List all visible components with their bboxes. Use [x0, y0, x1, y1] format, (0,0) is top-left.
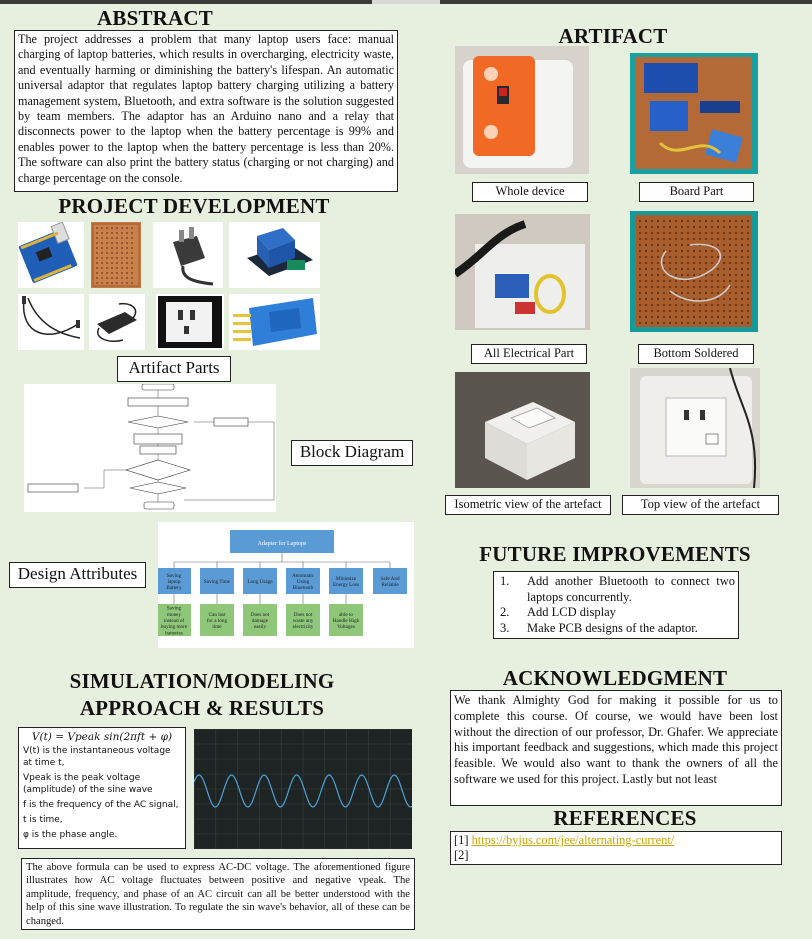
references-heading: REFERENCES: [553, 806, 697, 830]
future-item-3-text: Make PCB designs of the adaptor.: [527, 620, 698, 635]
reference-2-num: [2]: [454, 848, 469, 862]
abstract-text: The project addresses a problem that man…: [14, 30, 398, 192]
equation-def-4: t is time,: [23, 815, 63, 825]
equation-box: V(t) = Vpeak sin(2πft + φ) V(t) is the i…: [18, 727, 186, 849]
equation-def-1: V(t) is the instantaneous voltage at tim…: [23, 746, 171, 768]
simulation-heading: SIMULATION/MODELING APPROACH & RESULTS: [52, 668, 352, 722]
design-attribute-3-text: Long Usage: [247, 579, 273, 585]
future-item-3: 3. Make PCB designs of the adaptor.: [497, 621, 735, 637]
wall-socket-icon: [156, 294, 224, 350]
design-attribute-1-text: Saving laptop Battery: [166, 573, 182, 591]
power-adapter-icon: [89, 294, 145, 350]
design-attributes-tree: Adapter for Laptops Saving laptop Battery S…: [158, 522, 414, 648]
acknowledgment-text: We thank Almighty God for making it poss…: [450, 690, 782, 806]
design-detail-4-text: Does not waste any electricity: [293, 612, 314, 630]
caption-whole-device: Whole device: [472, 182, 588, 202]
caption-all-electrical-part: All Electrical Part: [471, 344, 587, 364]
photo-whole-device: [455, 46, 589, 174]
jumper-wires-icon: [18, 294, 84, 350]
power-plug-icon: [153, 222, 223, 288]
simulation-text: The above formula can be used to express…: [21, 858, 415, 930]
photo-isometric-view: [455, 372, 590, 488]
caption-bottom-soldered: Bottom Soldered: [638, 344, 754, 364]
relay-module-icon: [229, 222, 320, 288]
project-development-heading: PROJECT DEVELOPMENT: [58, 194, 330, 218]
photo-top-view: [630, 368, 760, 488]
reference-2: [2]: [454, 848, 778, 863]
caption-isometric-view: Isometric view of the artefact: [445, 495, 611, 515]
top-band-notch: [372, 0, 440, 4]
abstract-heading: ABSTRACT: [97, 6, 213, 30]
future-improvements-heading: FUTURE IMPROVEMENTS: [479, 542, 751, 566]
design-attribute-2-text: Saving Time: [204, 579, 231, 585]
design-attribute-6-text: Safe And Reliable: [380, 575, 400, 588]
arduino-nano-icon: [18, 222, 84, 288]
equation-def-2: Vpeak is the peak voltage (amplitude) of…: [23, 773, 153, 795]
photo-bottom-soldered: [630, 211, 758, 332]
design-attribute-5-text: Minimize Energy Loss: [333, 576, 359, 588]
bluetooth-module-icon: [229, 294, 320, 350]
future-item-1-text: Add another Bluetooth to connect two lap…: [527, 574, 735, 604]
block-diagram-label: Block Diagram: [291, 440, 413, 466]
future-item-2-text: Add LCD display: [527, 605, 616, 620]
block-diagram-image: [24, 384, 276, 512]
simulation-heading-line2: APPROACH & RESULTS: [79, 696, 325, 720]
equation-formula: V(t) = Vpeak sin(2πft + φ): [31, 731, 173, 743]
references-box: [1] https://byjus.com/jee/alternating-cu…: [450, 831, 782, 865]
design-attributes-label: Design Attributes: [9, 562, 146, 588]
future-item-1-num: 1.: [500, 574, 510, 588]
perfboard-icon: [91, 222, 141, 288]
equation-def-5: φ is the phase angle.: [23, 830, 118, 840]
future-item-2: 2. Add LCD display: [497, 605, 735, 621]
future-item-2-num: 2.: [500, 605, 510, 620]
reference-1-link[interactable]: https://byjus.com/jee/alternating-curren…: [472, 833, 675, 847]
future-item-1: 1. Add another Bluetooth to connect two l…: [497, 574, 735, 605]
sine-wave-scope: [194, 729, 412, 849]
acknowledgment-heading: ACKNOWLEDGMENT: [502, 666, 728, 690]
tree-root-text: Adapter for Laptops: [258, 540, 307, 547]
reference-1-num: [1]: [454, 833, 469, 847]
artifact-parts-label: Artifact Parts: [117, 356, 231, 382]
caption-top-view: Top view of the artefact: [622, 495, 779, 515]
simulation-heading-line1: SIMULATION/MODELING: [69, 669, 335, 693]
photo-all-electrical-part: [455, 214, 590, 330]
reference-1: [1] https://byjus.com/jee/alternating-cu…: [454, 833, 778, 848]
future-item-3-num: 3.: [500, 620, 510, 635]
top-band: [0, 0, 812, 4]
photo-board-part: [630, 53, 758, 174]
caption-board-part: Board Part: [639, 182, 754, 202]
equation-def-3: f is the frequency of the AC signal,: [23, 800, 179, 810]
future-improvements-box: 1. Add another Bluetooth to connect two l…: [493, 571, 739, 639]
